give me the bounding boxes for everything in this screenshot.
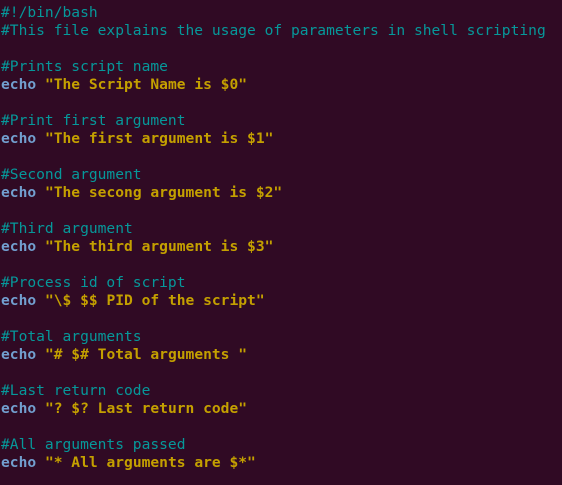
string-literal: "The third argument is $3": [44, 238, 274, 255]
comment-text: #This file explains the usage of paramet…: [1, 22, 546, 39]
keyword-text: echo: [1, 292, 37, 309]
string-literal: "The Script Name is $0": [44, 76, 248, 93]
keyword-text: echo: [1, 454, 37, 471]
blank-line[interactable]: [0, 94, 562, 112]
code-line[interactable]: echo "The third argument is $3": [0, 238, 562, 256]
string-literal: "? $? Last return code": [44, 400, 248, 417]
code-line[interactable]: #Second argument: [0, 166, 562, 184]
code-line[interactable]: echo "? $? Last return code": [0, 400, 562, 418]
blank-line[interactable]: [0, 418, 562, 436]
code-lines: #!/bin/bash #This file explains the usage…: [0, 4, 562, 472]
code-line[interactable]: #All arguments passed: [0, 436, 562, 454]
code-line[interactable]: echo "* All arguments are $*": [0, 454, 562, 472]
blank-line[interactable]: [0, 40, 562, 58]
comment-text: #!/bin/bash: [1, 4, 98, 21]
comment-text: #Third argument: [1, 220, 133, 237]
code-line[interactable]: #Third argument: [0, 220, 562, 238]
code-line[interactable]: echo "# $# Total arguments ": [0, 346, 562, 364]
code-line[interactable]: #!/bin/bash: [0, 4, 562, 22]
string-literal: "* All arguments are $*": [44, 454, 256, 471]
keyword-text: echo: [1, 76, 37, 93]
code-line[interactable]: #Prints script name: [0, 58, 562, 76]
code-line[interactable]: #Last return code: [0, 382, 562, 400]
string-literal: "# $# Total arguments ": [44, 346, 248, 363]
blank-line[interactable]: [0, 202, 562, 220]
comment-text: #Second argument: [1, 166, 142, 183]
keyword-text: echo: [1, 130, 37, 147]
comment-text: #Print first argument: [1, 112, 186, 129]
string-literal: "The secong argument is $2": [44, 184, 283, 201]
keyword-text: echo: [1, 238, 37, 255]
blank-line[interactable]: [0, 148, 562, 166]
comment-text: #All arguments passed: [1, 436, 186, 453]
comment-text: #Prints script name: [1, 58, 168, 75]
comment-text: #Last return code: [1, 382, 151, 399]
code-line[interactable]: echo "\$ $$ PID of the script": [0, 292, 562, 310]
code-editor[interactable]: #!/bin/bash #This file explains the usage…: [0, 0, 562, 485]
blank-line[interactable]: [0, 310, 562, 328]
code-line[interactable]: echo "The first argument is $1": [0, 130, 562, 148]
comment-text: #Total arguments: [1, 328, 142, 345]
code-line[interactable]: echo "The Script Name is $0": [0, 76, 562, 94]
code-line[interactable]: #This file explains the usage of paramet…: [0, 22, 562, 40]
keyword-text: echo: [1, 346, 37, 363]
string-literal: "The first argument is $1": [44, 130, 274, 147]
keyword-text: echo: [1, 184, 37, 201]
code-line[interactable]: #Total arguments: [0, 328, 562, 346]
code-line[interactable]: #Print first argument: [0, 112, 562, 130]
blank-line[interactable]: [0, 256, 562, 274]
comment-text: #Process id of script: [1, 274, 186, 291]
string-literal: "\$ $$ PID of the script": [44, 292, 265, 309]
blank-line[interactable]: [0, 364, 562, 382]
code-line[interactable]: echo "The secong argument is $2": [0, 184, 562, 202]
code-line[interactable]: #Process id of script: [0, 274, 562, 292]
keyword-text: echo: [1, 400, 37, 417]
